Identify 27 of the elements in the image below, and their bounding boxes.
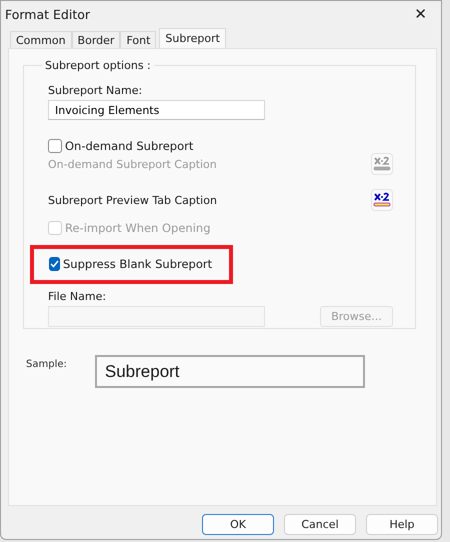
sample-label: Sample: [26, 359, 67, 370]
checkbox[interactable] [48, 139, 62, 153]
tab[interactable]: Common [10, 31, 72, 48]
checkbox-label: Suppress Blank Subreport [63, 257, 212, 271]
check-icon [50, 260, 59, 268]
sample-preview: Subreport [94, 355, 365, 388]
field-label: File Name: [48, 290, 108, 303]
dialog-button[interactable]: Help [366, 514, 438, 535]
tab[interactable]: Subreport [159, 28, 226, 48]
window-title: Format Editor [5, 6, 90, 22]
dialog-button[interactable]: Cancel [284, 514, 356, 535]
formula-icon [373, 156, 391, 172]
caption-label: On-demand Subreport Caption [48, 158, 217, 170]
tab[interactable]: Border [72, 31, 120, 48]
close-button[interactable]: ✕ [410, 5, 431, 23]
formula-button[interactable] [371, 189, 393, 211]
field-label: Subreport Name: [48, 84, 144, 97]
file-name-field[interactable] [48, 306, 265, 327]
dialog-button[interactable]: OK [202, 514, 274, 535]
group-title: Subreport options : [44, 59, 152, 72]
caption-label: Subreport Preview Tab Caption [48, 194, 217, 206]
name-field[interactable]: Invoicing Elements [48, 100, 265, 120]
checkbox-label: Re-import When Opening [65, 221, 211, 235]
tab[interactable]: Font [120, 31, 156, 48]
formula-icon [373, 192, 391, 208]
checkbox[interactable] [49, 257, 60, 271]
checkbox-label: On-demand Subreport [65, 139, 194, 153]
